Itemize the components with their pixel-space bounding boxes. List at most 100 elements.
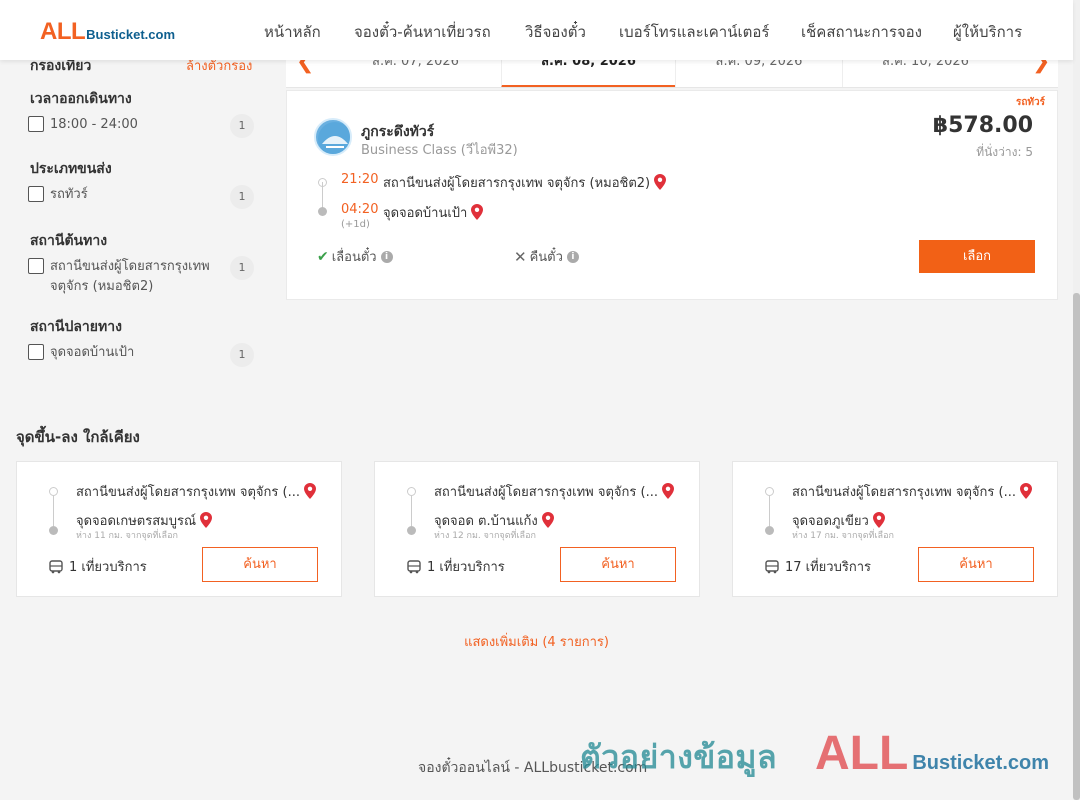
timeline-line (411, 496, 412, 526)
checkbox[interactable] (28, 344, 44, 360)
timeline-start-dot (765, 487, 774, 496)
bus-icon (49, 559, 63, 573)
bus-class: Business Class (วีไอพี32) (361, 143, 518, 158)
nav-phone-counter[interactable]: เบอร์โทรและเคาน์เตอร์ (619, 20, 769, 44)
nearby-trips-label: 17 เที่ยวบริการ (785, 560, 871, 575)
trip-card: รถทัวร์ ภูกระดึงทัวร์ Business Class (วี… (286, 90, 1058, 300)
select-trip-button[interactable]: เลือก (919, 240, 1035, 273)
timeline-end-dot (407, 526, 416, 535)
show-more-link[interactable]: แสดงเพิ่มเติม (4 รายการ) (0, 631, 1073, 652)
nearby-card: สถานีขนส่งผู้โดยสารกรุงเทพ จตุจักร (... … (732, 461, 1058, 597)
watermark-logo-all: ALL (815, 727, 909, 780)
site-logo[interactable]: ALL Busticket.com (40, 18, 175, 46)
nearby-trips: 17 เที่ยวบริการ (765, 556, 871, 577)
info-icon[interactable]: i (566, 250, 579, 263)
transport-tag: รถทัวร์ (1015, 97, 1045, 108)
map-pin-icon[interactable] (872, 512, 885, 528)
arrive-station: จุดจอดบ้านเป้า (383, 202, 484, 223)
logo-all-text: ALL (40, 18, 86, 45)
nearby-section-title: จุดขึ้น-ลง ใกล้เคียง (16, 428, 140, 446)
watermark-text: ตัวอย่างข้อมูล (580, 738, 778, 776)
timeline-line (769, 496, 770, 526)
nearby-trips-label: 1 เที่ยวบริการ (427, 560, 505, 575)
filter-option-label: รถทัวร์ (50, 187, 88, 202)
depart-time: 21:20 (341, 172, 379, 187)
nearby-trips: 1 เที่ยวบริการ (407, 556, 505, 577)
filter-option-time[interactable]: 18:00 - 24:00 (28, 115, 222, 135)
timeline-end-dot (318, 207, 327, 216)
filter-option-label: 18:00 - 24:00 (50, 117, 138, 132)
filter-count: 1 (230, 114, 254, 138)
filter-option-bus-type[interactable]: รถทัวร์ (28, 185, 222, 205)
filter-group-departure-time: เวลาออกเดินทาง (30, 91, 132, 107)
nearby-from-label: สถานีขนส่งผู้โดยสารกรุงเทพ จตุจักร (... (434, 485, 658, 500)
nearby-distance: ห่าง 12 กม. จากจุดที่เลือก (434, 531, 536, 541)
nearby-search-button[interactable]: ค้นหา (560, 547, 676, 582)
change-ticket-policy[interactable]: ✔ เลื่อนตั๋ว i (317, 246, 393, 267)
nearby-search-button[interactable]: ค้นหา (202, 547, 318, 582)
nearby-search-button[interactable]: ค้นหา (918, 547, 1034, 582)
map-pin-icon[interactable] (471, 204, 484, 220)
filter-option-origin[interactable]: สถานีขนส่งผู้โดยสารกรุงเทพ จตุจักร (หมอช… (28, 257, 222, 297)
depart-station: สถานีขนส่งผู้โดยสารกรุงเทพ จตุจักร (หมอช… (383, 172, 667, 193)
nearby-from: สถานีขนส่งผู้โดยสารกรุงเทพ จตุจักร (... (434, 481, 674, 502)
arrive-station-label: จุดจอดบ้านเป้า (383, 206, 468, 221)
bus-icon (765, 559, 779, 573)
nav-home[interactable]: หน้าหลัก (264, 20, 321, 44)
checkbox[interactable] (28, 258, 44, 274)
check-icon: ✔ (317, 248, 329, 265)
filter-option-destination[interactable]: จุดจอดบ้านเป้า (28, 343, 222, 363)
arrive-time: 04:20 (341, 202, 379, 217)
nearby-distance: ห่าง 11 กม. จากจุดที่เลือก (76, 531, 178, 541)
bus-icon (407, 559, 421, 573)
timeline-end-dot (765, 526, 774, 535)
filter-count: 1 (230, 185, 254, 209)
seats-available: ที่นั่งว่าง: 5 (976, 145, 1033, 159)
filter-group-transport-type: ประเภทขนส่ง (30, 161, 112, 177)
nav-operators[interactable]: ผู้ให้บริการ (953, 20, 1022, 44)
watermark-logo-busticket: Busticket.com (912, 752, 1050, 774)
nearby-distance: ห่าง 17 กม. จากจุดที่เลือก (792, 531, 894, 541)
page-scrollbar[interactable] (1073, 0, 1080, 800)
nearby-from: สถานีขนส่งผู้โดยสารกรุงเทพ จตุจักร (... (76, 481, 316, 502)
filter-group-destination: สถานีปลายทาง (30, 319, 122, 335)
filter-count: 1 (230, 343, 254, 367)
timeline-end-dot (49, 526, 58, 535)
checkbox[interactable] (28, 116, 44, 132)
timeline-line (322, 182, 323, 210)
nearby-to-label: จุดจอดเกษตรสมบูรณ์ (76, 514, 197, 529)
top-header: ALL Busticket.com หน้าหลัก จองตั๋ว-ค้นหา… (0, 0, 1073, 60)
map-pin-icon[interactable] (303, 483, 316, 499)
timeline-start-dot (49, 487, 58, 496)
nearby-trips: 1 เที่ยวบริการ (49, 556, 147, 577)
nav-check-booking[interactable]: เช็คสถานะการจอง (801, 20, 922, 44)
cross-icon: ✕ (514, 247, 527, 266)
info-icon[interactable]: i (380, 250, 393, 263)
trip-price: ฿578.00 (932, 113, 1033, 138)
watermark-logo: ALL Busticket.com (815, 726, 1049, 781)
refund-label: คืนตั๋ว (529, 250, 563, 265)
nearby-from: สถานีขนส่งผู้โดยสารกรุงเทพ จตุจักร (... (792, 481, 1032, 502)
map-pin-icon[interactable] (541, 512, 554, 528)
map-pin-icon[interactable] (1019, 483, 1032, 499)
operator-logo-icon (318, 122, 350, 154)
timeline-start-dot (407, 487, 416, 496)
refund-policy[interactable]: ✕ คืนตั๋ว i (514, 246, 579, 267)
scrollbar-thumb[interactable] (1073, 293, 1080, 800)
timeline-line (53, 496, 54, 526)
map-pin-icon[interactable] (200, 512, 213, 528)
filter-option-label: จุดจอดบ้านเป้า (50, 345, 135, 360)
map-pin-icon[interactable] (654, 174, 667, 190)
logo-busticket-text: Busticket.com (86, 27, 176, 42)
nearby-card: สถานีขนส่งผู้โดยสารกรุงเทพ จตุจักร (... … (16, 461, 342, 597)
nearby-card: สถานีขนส่งผู้โดยสารกรุงเทพ จตุจักร (... … (374, 461, 700, 597)
nav-book-search[interactable]: จองตั๋ว-ค้นหาเที่ยวรถ (354, 20, 491, 44)
filter-group-origin: สถานีต้นทาง (30, 233, 108, 249)
nearby-trips-label: 1 เที่ยวบริการ (69, 560, 147, 575)
checkbox[interactable] (28, 186, 44, 202)
next-day-indicator: (+1d) (341, 219, 370, 230)
depart-station-label: สถานีขนส่งผู้โดยสารกรุงเทพ จตุจักร (หมอช… (383, 176, 651, 191)
map-pin-icon[interactable] (661, 483, 674, 499)
nav-how-to-book[interactable]: วิธีจองตั๋ว (525, 20, 586, 44)
nearby-from-label: สถานีขนส่งผู้โดยสารกรุงเทพ จตุจักร (... (792, 485, 1016, 500)
